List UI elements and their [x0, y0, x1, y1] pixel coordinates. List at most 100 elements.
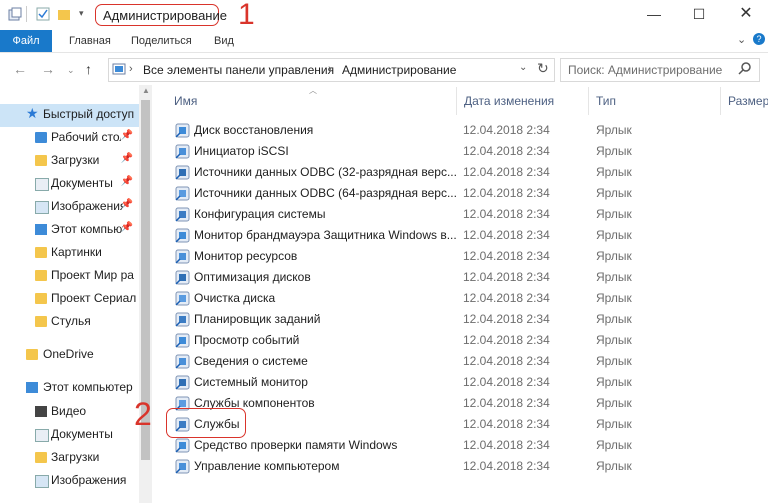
- sidebar-item-stulya[interactable]: Стулья: [0, 311, 139, 334]
- file-row[interactable]: Инициатор iSCSI 12.04.2018 2:34 Ярлык: [160, 141, 760, 162]
- refresh-icon[interactable]: ↻: [537, 60, 549, 77]
- file-row[interactable]: Источники данных ODBC (32-разрядная верс…: [160, 162, 760, 183]
- file-row[interactable]: Источники данных ODBC (64-разрядная верс…: [160, 183, 760, 204]
- file-row[interactable]: Службы 12.04.2018 2:34 Ярлык: [160, 414, 760, 435]
- tab-file[interactable]: Файл: [0, 30, 52, 52]
- file-date: 12.04.2018 2:34: [463, 207, 550, 221]
- breadcrumb-all-items[interactable]: Все элементы панели управления: [143, 63, 334, 77]
- file-name: Управление компьютером: [194, 459, 340, 473]
- search-placeholder: Поиск: Администрирование: [568, 63, 723, 77]
- file-date: 12.04.2018 2:34: [463, 165, 550, 179]
- sidebar-item-pc-documents[interactable]: Документы: [0, 424, 139, 447]
- column-header-size[interactable]: Размер: [728, 94, 768, 108]
- file-date: 12.04.2018 2:34: [463, 375, 550, 389]
- tab-share[interactable]: Поделиться: [131, 30, 192, 52]
- sidebar-item-desktop[interactable]: Рабочий стол 📌: [0, 127, 139, 150]
- sidebar-item-project-serial[interactable]: Проект Сериал: [0, 288, 139, 311]
- sidebar-item-downloads[interactable]: Загрузки 📌: [0, 150, 139, 173]
- sidebar-item-this-pc[interactable]: Этот компьютер: [0, 377, 139, 400]
- breadcrumb-separator-0: ›: [129, 63, 133, 75]
- shortcut-icon: [175, 459, 190, 474]
- column-divider[interactable]: [720, 87, 721, 115]
- qa-divider: [26, 6, 27, 22]
- file-row[interactable]: Диск восстановления 12.04.2018 2:34 Ярлык: [160, 120, 760, 141]
- file-name: Просмотр событий: [194, 333, 300, 347]
- maximize-icon[interactable]: ☐: [686, 4, 712, 24]
- pin-icon[interactable]: 📌: [121, 222, 133, 233]
- up-arrow-icon[interactable]: ↑: [85, 61, 92, 77]
- address-dropdown-icon[interactable]: ⌄: [519, 62, 527, 73]
- pin-icon[interactable]: 📌: [121, 176, 133, 187]
- ribbon-expand-icon[interactable]: ⌄: [737, 33, 746, 46]
- file-date: 12.04.2018 2:34: [463, 291, 550, 305]
- sidebar-item-video[interactable]: Видео: [0, 401, 139, 424]
- file-name: Системный монитор: [194, 375, 308, 389]
- shortcut-icon: [175, 165, 190, 180]
- pin-icon[interactable]: 📌: [121, 153, 133, 164]
- sidebar-item-pc-downloads[interactable]: Загрузки: [0, 447, 139, 470]
- file-row[interactable]: Службы компонентов 12.04.2018 2:34 Ярлык: [160, 393, 760, 414]
- file-date: 12.04.2018 2:34: [463, 438, 550, 452]
- properties-icon[interactable]: [8, 7, 22, 21]
- ribbon-tabs: [0, 30, 768, 53]
- close-icon[interactable]: ✕: [733, 4, 759, 24]
- file-date: 12.04.2018 2:34: [463, 354, 550, 368]
- file-type: Ярлык: [596, 144, 632, 158]
- sidebar-item-this-pc-pinned[interactable]: Этот компьютер 📌: [0, 219, 139, 242]
- file-row[interactable]: Монитор брандмауэра Защитника Windows в.…: [160, 225, 760, 246]
- sidebar-item-documents[interactable]: Документы 📌: [0, 173, 139, 196]
- downloads-folder-icon: [35, 452, 47, 463]
- sidebar-item-onedrive[interactable]: OneDrive: [0, 344, 139, 367]
- shortcut-icon: [175, 144, 190, 159]
- column-header-name[interactable]: Имя: [174, 94, 197, 108]
- folder-icon[interactable]: [57, 7, 71, 21]
- column-header-date[interactable]: Дата изменения: [464, 94, 554, 108]
- sidebar-item-label: Проект Сериал: [51, 291, 137, 305]
- sidebar-item-pc-pictures[interactable]: Изображения: [0, 470, 139, 493]
- pictures-folder-icon: [35, 475, 49, 488]
- file-date: 12.04.2018 2:34: [463, 312, 550, 326]
- sidebar-item-label: Проект Мир ра: [51, 268, 134, 282]
- tab-home[interactable]: Главная: [69, 30, 111, 52]
- file-row[interactable]: Планировщик заданий 12.04.2018 2:34 Ярлык: [160, 309, 760, 330]
- sidebar-item-project-mir[interactable]: Проект Мир ра: [0, 265, 139, 288]
- tab-view[interactable]: Вид: [214, 30, 234, 52]
- sidebar-item-quick-access[interactable]: ★ Быстрый доступ: [0, 104, 139, 127]
- back-arrow-icon[interactable]: ←: [13, 61, 27, 77]
- minimize-icon[interactable]: —: [641, 4, 667, 24]
- file-date: 12.04.2018 2:34: [463, 396, 550, 410]
- column-divider[interactable]: [456, 87, 457, 115]
- pin-icon[interactable]: 📌: [121, 130, 133, 141]
- file-row[interactable]: Монитор ресурсов 12.04.2018 2:34 Ярлык: [160, 246, 760, 267]
- qa-dropdown-icon[interactable]: ▾: [79, 8, 84, 19]
- file-row[interactable]: Очистка диска 12.04.2018 2:34 Ярлык: [160, 288, 760, 309]
- scroll-up-icon[interactable]: ▲: [142, 86, 150, 95]
- pin-icon[interactable]: 📌: [121, 199, 133, 210]
- file-type: Ярлык: [596, 438, 632, 452]
- column-divider[interactable]: [588, 87, 589, 115]
- file-row[interactable]: Средство проверки памяти Windows 12.04.20…: [160, 435, 760, 456]
- search-icon[interactable]: [738, 61, 752, 78]
- column-header-type[interactable]: Тип: [596, 94, 616, 108]
- folder-icon: [35, 316, 47, 327]
- file-row[interactable]: Просмотр событий 12.04.2018 2:34 Ярлык: [160, 330, 760, 351]
- checkmark-icon[interactable]: [36, 7, 50, 21]
- sidebar-item-label: Загрузки: [51, 153, 100, 167]
- file-date: 12.04.2018 2:34: [463, 144, 550, 158]
- file-row[interactable]: Сведения о системе 12.04.2018 2:34 Ярлык: [160, 351, 760, 372]
- file-type: Ярлык: [596, 270, 632, 284]
- file-row[interactable]: Оптимизация дисков 12.04.2018 2:34 Ярлык: [160, 267, 760, 288]
- forward-arrow-icon[interactable]: →: [41, 61, 55, 77]
- sidebar-item-pictures[interactable]: Изображения 📌: [0, 196, 139, 219]
- file-row[interactable]: Конфигурация системы 12.04.2018 2:34 Ярлык: [160, 204, 760, 225]
- file-name: Монитор ресурсов: [194, 249, 298, 263]
- file-row[interactable]: Системный монитор 12.04.2018 2:34 Ярлык: [160, 372, 760, 393]
- computer-icon: [35, 224, 47, 235]
- help-icon[interactable]: ?: [753, 33, 765, 45]
- file-type: Ярлык: [596, 459, 632, 473]
- sidebar-item-kartinki[interactable]: Картинки: [0, 242, 139, 265]
- sidebar-item-label: Видео: [51, 404, 87, 418]
- recent-locations-icon[interactable]: ⌄: [67, 65, 75, 76]
- breadcrumb-administration[interactable]: Администрирование: [342, 63, 456, 77]
- file-row[interactable]: Управление компьютером 12.04.2018 2:34 Ярл…: [160, 456, 760, 477]
